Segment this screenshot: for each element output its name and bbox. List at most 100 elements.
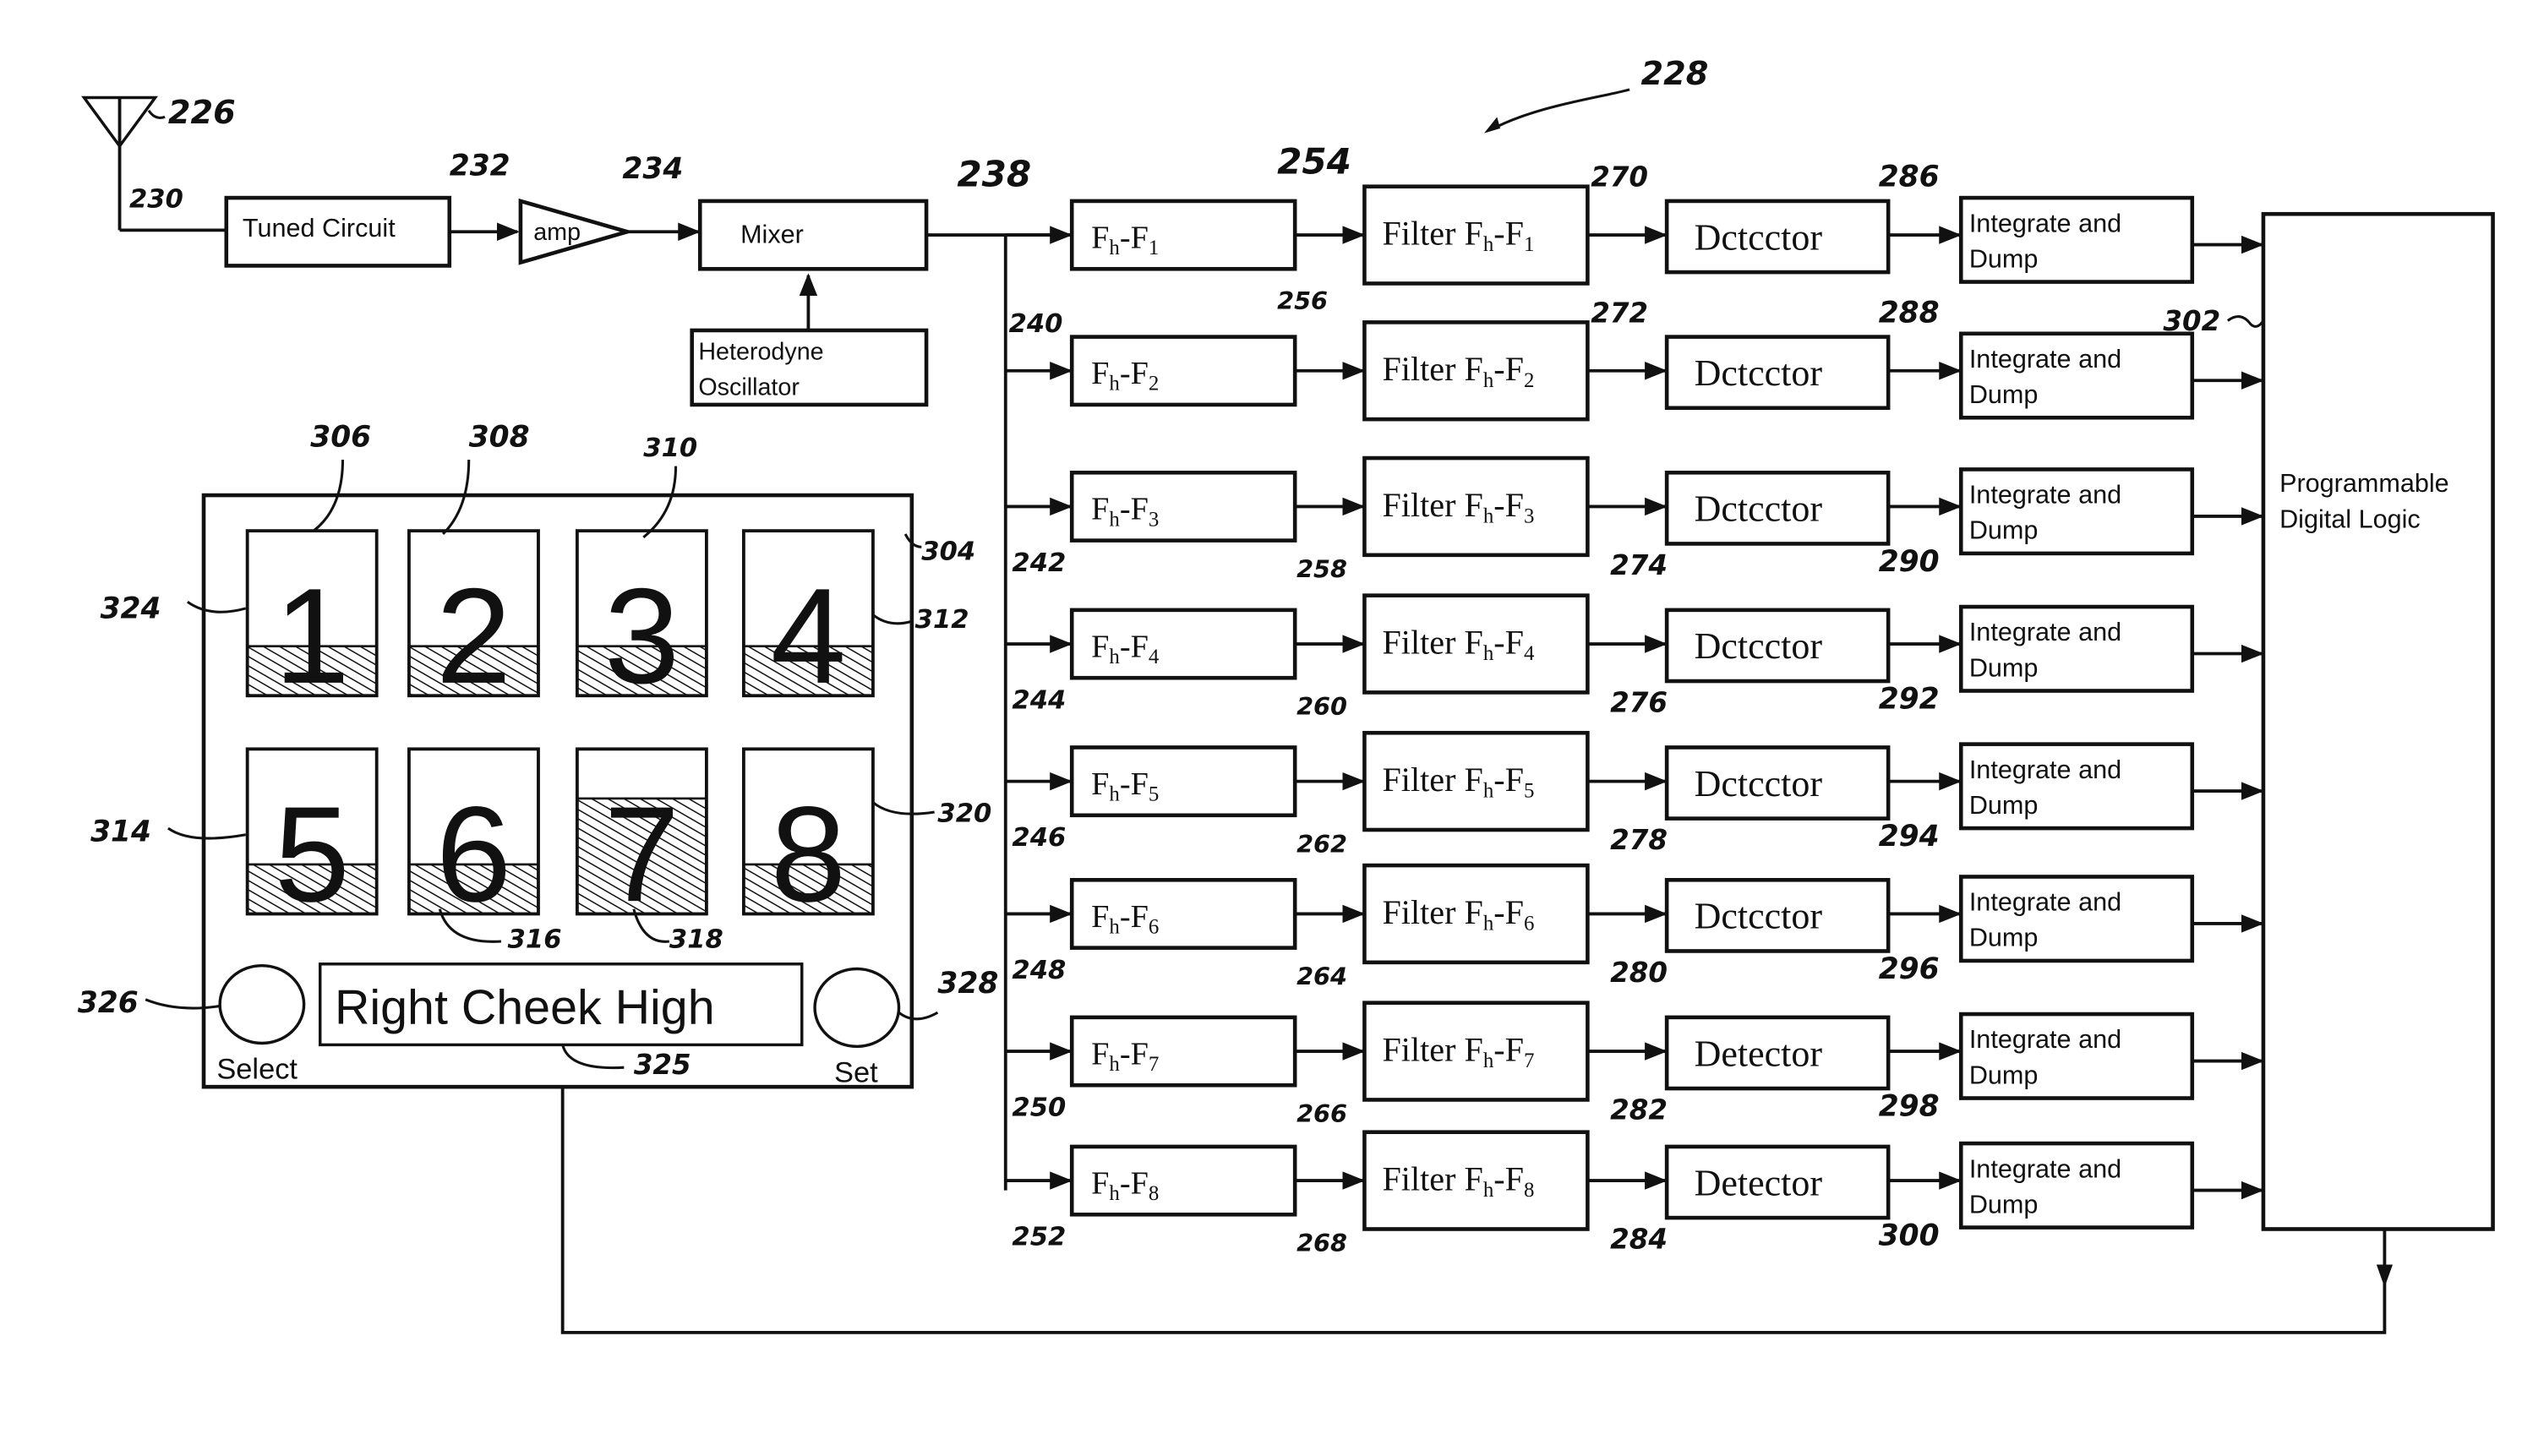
- integrator-label-line2: Dump: [1969, 791, 2039, 820]
- ref-238: 238: [957, 154, 1031, 195]
- ref-234: 234: [622, 152, 683, 186]
- channel-rows: Fh-F1238 Filter Fh-F1 254 Dctcctor 270 Integr…: [1005, 140, 2264, 1257]
- ref-306: 306: [310, 421, 371, 455]
- channel-digit-tile[interactable]: 4: [741, 529, 875, 712]
- display-panel: 1 2 3 4 5 6 7 8 Select Right Cheek High Set: [201, 493, 914, 1089]
- integrator-label-line1: Integrate and: [1969, 1154, 2121, 1183]
- channel-digit-tile[interactable]: 3: [575, 529, 708, 712]
- integrator-label-line1: Integrate and: [1969, 888, 2121, 917]
- integrator-label-line1: Integrate and: [1969, 481, 2121, 510]
- channel-row: Fh-F3242 Filter Fh-F3 258 Dctcctor 274 Integr…: [1005, 455, 2264, 584]
- bandpass-filter-block: Filter Fh-F2 256: [1277, 286, 1590, 422]
- channel-row: Fh-F6248 Filter Fh-F6 264 Dctcctor 280 Integr…: [1005, 863, 2264, 991]
- integrator-label-line1: Integrate and: [1969, 345, 2121, 374]
- detector-label: Dctcctor: [1695, 352, 1823, 394]
- frequency-shift-block: Fh-F6248: [1012, 878, 1297, 985]
- integrate-and-dump-block: Integrate and Dump 300: [1879, 1141, 2195, 1253]
- filter-label: Filter Fh-F4: [1382, 624, 1535, 666]
- channel-digit-tile[interactable]: 1: [245, 529, 379, 712]
- programmable-digital-logic-block: Programmable Digital Logic 302: [2163, 211, 2495, 1231]
- digit-label: 7: [604, 779, 680, 930]
- ref-detector: 274: [1610, 549, 1668, 581]
- frequency-shift-block: Fh-F3242: [1012, 470, 1297, 578]
- ref-detector: 284: [1610, 1223, 1668, 1255]
- integrate-and-dump-block: Integrate and Dump 298: [1879, 1012, 2195, 1124]
- integrator-label-line1: Integrate and: [1969, 618, 2121, 646]
- ref-shift: 242: [1012, 548, 1066, 578]
- channel-digit-tile[interactable]: 2: [407, 529, 540, 712]
- ref-232: 232: [450, 149, 510, 183]
- detector-block: Dctcctor 274: [1610, 470, 1891, 581]
- channel-row: Fh-F5246 Filter Fh-F5 262 Dctcctor 278 Integr…: [1005, 730, 2264, 859]
- detector-block: Detector 284: [1610, 1144, 1891, 1255]
- ref-filter: 262: [1296, 830, 1347, 859]
- ref-detector: 276: [1610, 686, 1668, 718]
- channel-row: Fh-F1238 Filter Fh-F1 254 Dctcctor 270 Integr…: [1005, 140, 2264, 286]
- detector-block: Dctcctor 272: [1591, 297, 1891, 411]
- digit-label: 2: [436, 561, 511, 712]
- frequency-shift-block: Fh-F5246: [1012, 745, 1297, 853]
- tuned-circuit-block: Tuned Circuit 230: [129, 185, 452, 268]
- detector-label: Dctcctor: [1695, 763, 1823, 804]
- ref-detector: 282: [1610, 1093, 1668, 1126]
- integrator-label-line2: Dump: [1969, 653, 2039, 682]
- detector-label: Dctcctor: [1695, 216, 1823, 258]
- ref-326: 326: [78, 986, 139, 1020]
- digit-label: 4: [771, 561, 846, 712]
- ref-integrator: 298: [1879, 1090, 1940, 1124]
- ref-302: 302: [2163, 305, 2220, 337]
- mixer-label: Mixer: [740, 221, 804, 249]
- logic-label-line1: Programmable: [2279, 469, 2449, 498]
- channel-digit-tile[interactable]: 8: [741, 747, 875, 930]
- ref-316: 316: [508, 925, 562, 955]
- ref-shift: 244: [1012, 686, 1066, 716]
- ref-312: 312: [915, 605, 969, 635]
- integrator-label-line1: Integrate and: [1969, 209, 2121, 237]
- integrator-label-line1: Integrate and: [1969, 755, 2121, 784]
- detector-label: Detector: [1695, 1162, 1823, 1203]
- ref-filter: 264: [1296, 962, 1347, 991]
- detector-block: Detector 282: [1610, 1015, 1891, 1126]
- heterodyne-oscillator-block: Heterodyne Oscillator: [690, 328, 929, 407]
- integrate-and-dump-block: Integrate and Dump 296: [1879, 875, 2195, 986]
- detector-block: Dctcctor 270: [1591, 161, 1891, 275]
- bandpass-filter-block: Filter Fh-F1 254: [1277, 140, 1590, 286]
- ref-320: 320: [937, 799, 991, 828]
- logic-label-line2: Digital Logic: [2279, 504, 2421, 533]
- integrator-label-line2: Dump: [1969, 380, 2039, 409]
- ref-304: 304: [921, 537, 975, 567]
- ref-detector: 278: [1610, 824, 1668, 856]
- ref-shift: 250: [1012, 1093, 1066, 1123]
- ref-filter: 258: [1296, 555, 1347, 584]
- bandpass-filter-block: Filter Fh-F8 268: [1296, 1130, 1590, 1257]
- channel-digit-tile[interactable]: 5: [245, 747, 379, 930]
- integrator-label-line2: Dump: [1969, 244, 2039, 273]
- frequency-shift-block: Fh-F8252: [1012, 1144, 1297, 1252]
- ref-filter: 266: [1296, 1099, 1347, 1128]
- channel-digit-tile[interactable]: 6: [407, 747, 540, 930]
- receiver-block-diagram: 228 226 Tuned Circuit 230 amp 232 Mixer …: [78, 55, 2495, 1334]
- ref-detector: 280: [1610, 957, 1668, 989]
- ref-shift: 246: [1012, 823, 1066, 853]
- integrate-and-dump-block: Integrate and Dump 294: [1879, 742, 2195, 853]
- tuned-circuit-label: Tuned Circuit: [243, 214, 396, 243]
- filter-label: Filter Fh-F7: [1382, 1031, 1534, 1073]
- channel-digit-tile[interactable]: 7: [575, 747, 708, 930]
- ref-308: 308: [469, 421, 530, 455]
- ref-228: 228: [1641, 55, 1709, 93]
- integrate-and-dump-block: Integrate and Dump 292: [1879, 604, 2195, 717]
- integrate-and-dump-block: Integrate and Dump 286: [1879, 161, 2195, 284]
- integrator-label-line1: Integrate and: [1969, 1025, 2121, 1054]
- digit-label: 6: [436, 779, 511, 930]
- ref-integrator: 296: [1879, 952, 1940, 986]
- bandpass-filter-block: Filter Fh-F6 264: [1296, 863, 1590, 991]
- detector-label: Dctcctor: [1695, 896, 1823, 937]
- bandpass-filter-block: Filter Fh-F5 262: [1296, 730, 1590, 859]
- ref-318: 318: [669, 925, 723, 955]
- message-text: Right Cheek High: [335, 981, 715, 1035]
- ref-shift: 252: [1012, 1223, 1066, 1252]
- filter-label: Filter Fh-F5: [1382, 761, 1534, 803]
- ref-integrator: 300: [1879, 1219, 1940, 1253]
- ref-314: 314: [90, 815, 151, 848]
- filter-label: Filter Fh-F6: [1382, 893, 1534, 935]
